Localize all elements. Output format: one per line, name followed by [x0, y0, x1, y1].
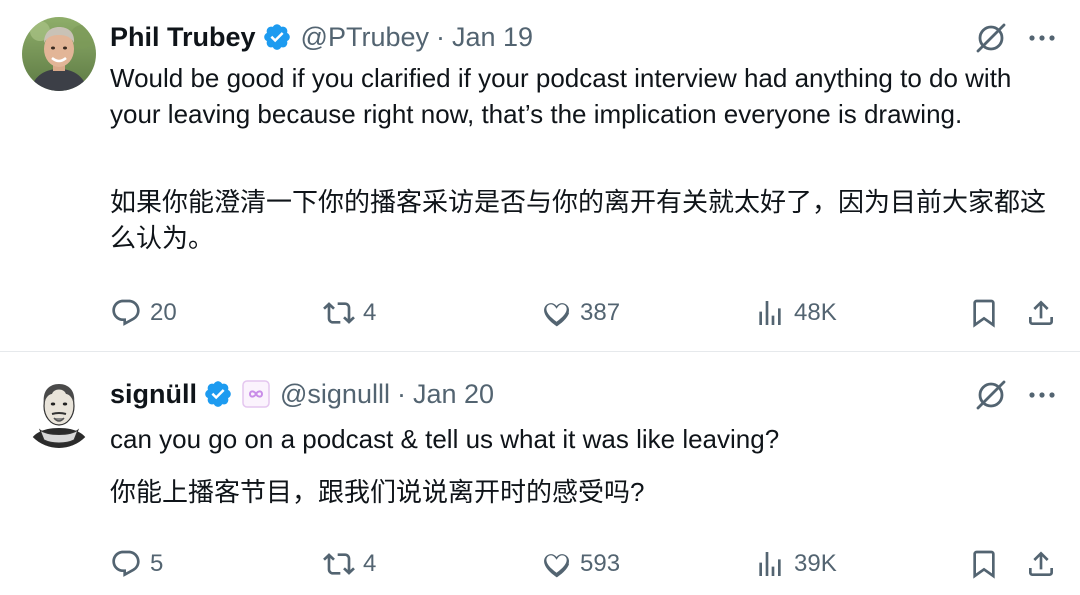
action-bar: 5 4 593 39K	[0, 544, 1080, 584]
more-icon[interactable]	[1026, 378, 1058, 412]
avatar[interactable]	[22, 374, 96, 448]
share-button[interactable]	[1025, 293, 1057, 333]
author-handle[interactable]: @signulll	[280, 379, 390, 410]
author-name[interactable]: signüll	[110, 379, 197, 410]
reply-button[interactable]: 20	[110, 293, 177, 333]
tweet-header: signüll @signulll · Jan 20	[110, 376, 494, 412]
tweet-date[interactable]: Jan 19	[452, 22, 533, 53]
like-button[interactable]: 387	[540, 293, 620, 333]
share-button[interactable]	[1025, 544, 1057, 584]
retweet-button[interactable]: 4	[323, 544, 376, 584]
reply-count: 20	[150, 299, 177, 326]
reply-icon	[112, 550, 140, 577]
like-icon	[544, 303, 570, 327]
bookmark-icon	[973, 550, 995, 579]
tweet-text-en: can you go on a podcast & tell us what i…	[110, 424, 780, 454]
retweet-button[interactable]: 4	[323, 293, 376, 333]
like-count: 593	[580, 550, 621, 577]
retweet-count: 4	[363, 550, 377, 577]
separator-dot: ·	[396, 378, 406, 409]
bookmark-icon	[973, 299, 995, 328]
avatar[interactable]	[22, 17, 96, 91]
views-button[interactable]: 48K	[754, 293, 837, 333]
reply-button[interactable]: 5	[110, 544, 163, 584]
grok-icon[interactable]	[974, 378, 1008, 412]
views-icon	[759, 552, 781, 576]
views-button[interactable]: 39K	[754, 544, 837, 584]
bookmark-button[interactable]	[968, 293, 1000, 333]
affiliate-badge-icon[interactable]	[241, 379, 271, 409]
share-icon	[1029, 300, 1053, 325]
views-count: 39K	[794, 550, 837, 577]
reply-icon	[112, 299, 140, 326]
like-button[interactable]: 593	[540, 544, 620, 584]
tweet-text-en: Would be good if you clarified if your p…	[110, 63, 1012, 129]
retweet-icon	[323, 553, 355, 575]
retweet-count: 4	[363, 299, 377, 326]
author-handle[interactable]: @PTrubey	[301, 22, 429, 53]
verified-badge-icon[interactable]	[262, 22, 292, 52]
more-icon[interactable]	[1026, 21, 1058, 55]
like-icon	[544, 554, 570, 578]
retweet-icon	[323, 302, 355, 324]
author-name[interactable]: Phil Trubey	[110, 22, 256, 53]
action-bar: 20 4 387 48K	[0, 293, 1080, 333]
reply-count: 5	[150, 550, 164, 577]
tweet-header: Phil Trubey @PTrubey · Jan 19	[110, 19, 533, 55]
views-count: 48K	[794, 299, 837, 326]
tweet-text-zh: 如果你能澄清一下你的播客采访是否与你的离开有关就太好了，因为目前大家都这么认为。	[110, 187, 1047, 253]
grok-icon[interactable]	[974, 21, 1008, 55]
share-icon	[1029, 551, 1053, 576]
tweet-date[interactable]: Jan 20	[413, 379, 494, 410]
verified-badge-icon[interactable]	[203, 379, 233, 409]
bookmark-button[interactable]	[968, 544, 1000, 584]
separator-dot: ·	[436, 21, 445, 52]
views-icon	[759, 301, 781, 325]
tweet-text-zh: 你能上播客节目，跟我们说说离开时的感受吗?	[110, 477, 645, 507]
like-count: 387	[580, 299, 621, 326]
